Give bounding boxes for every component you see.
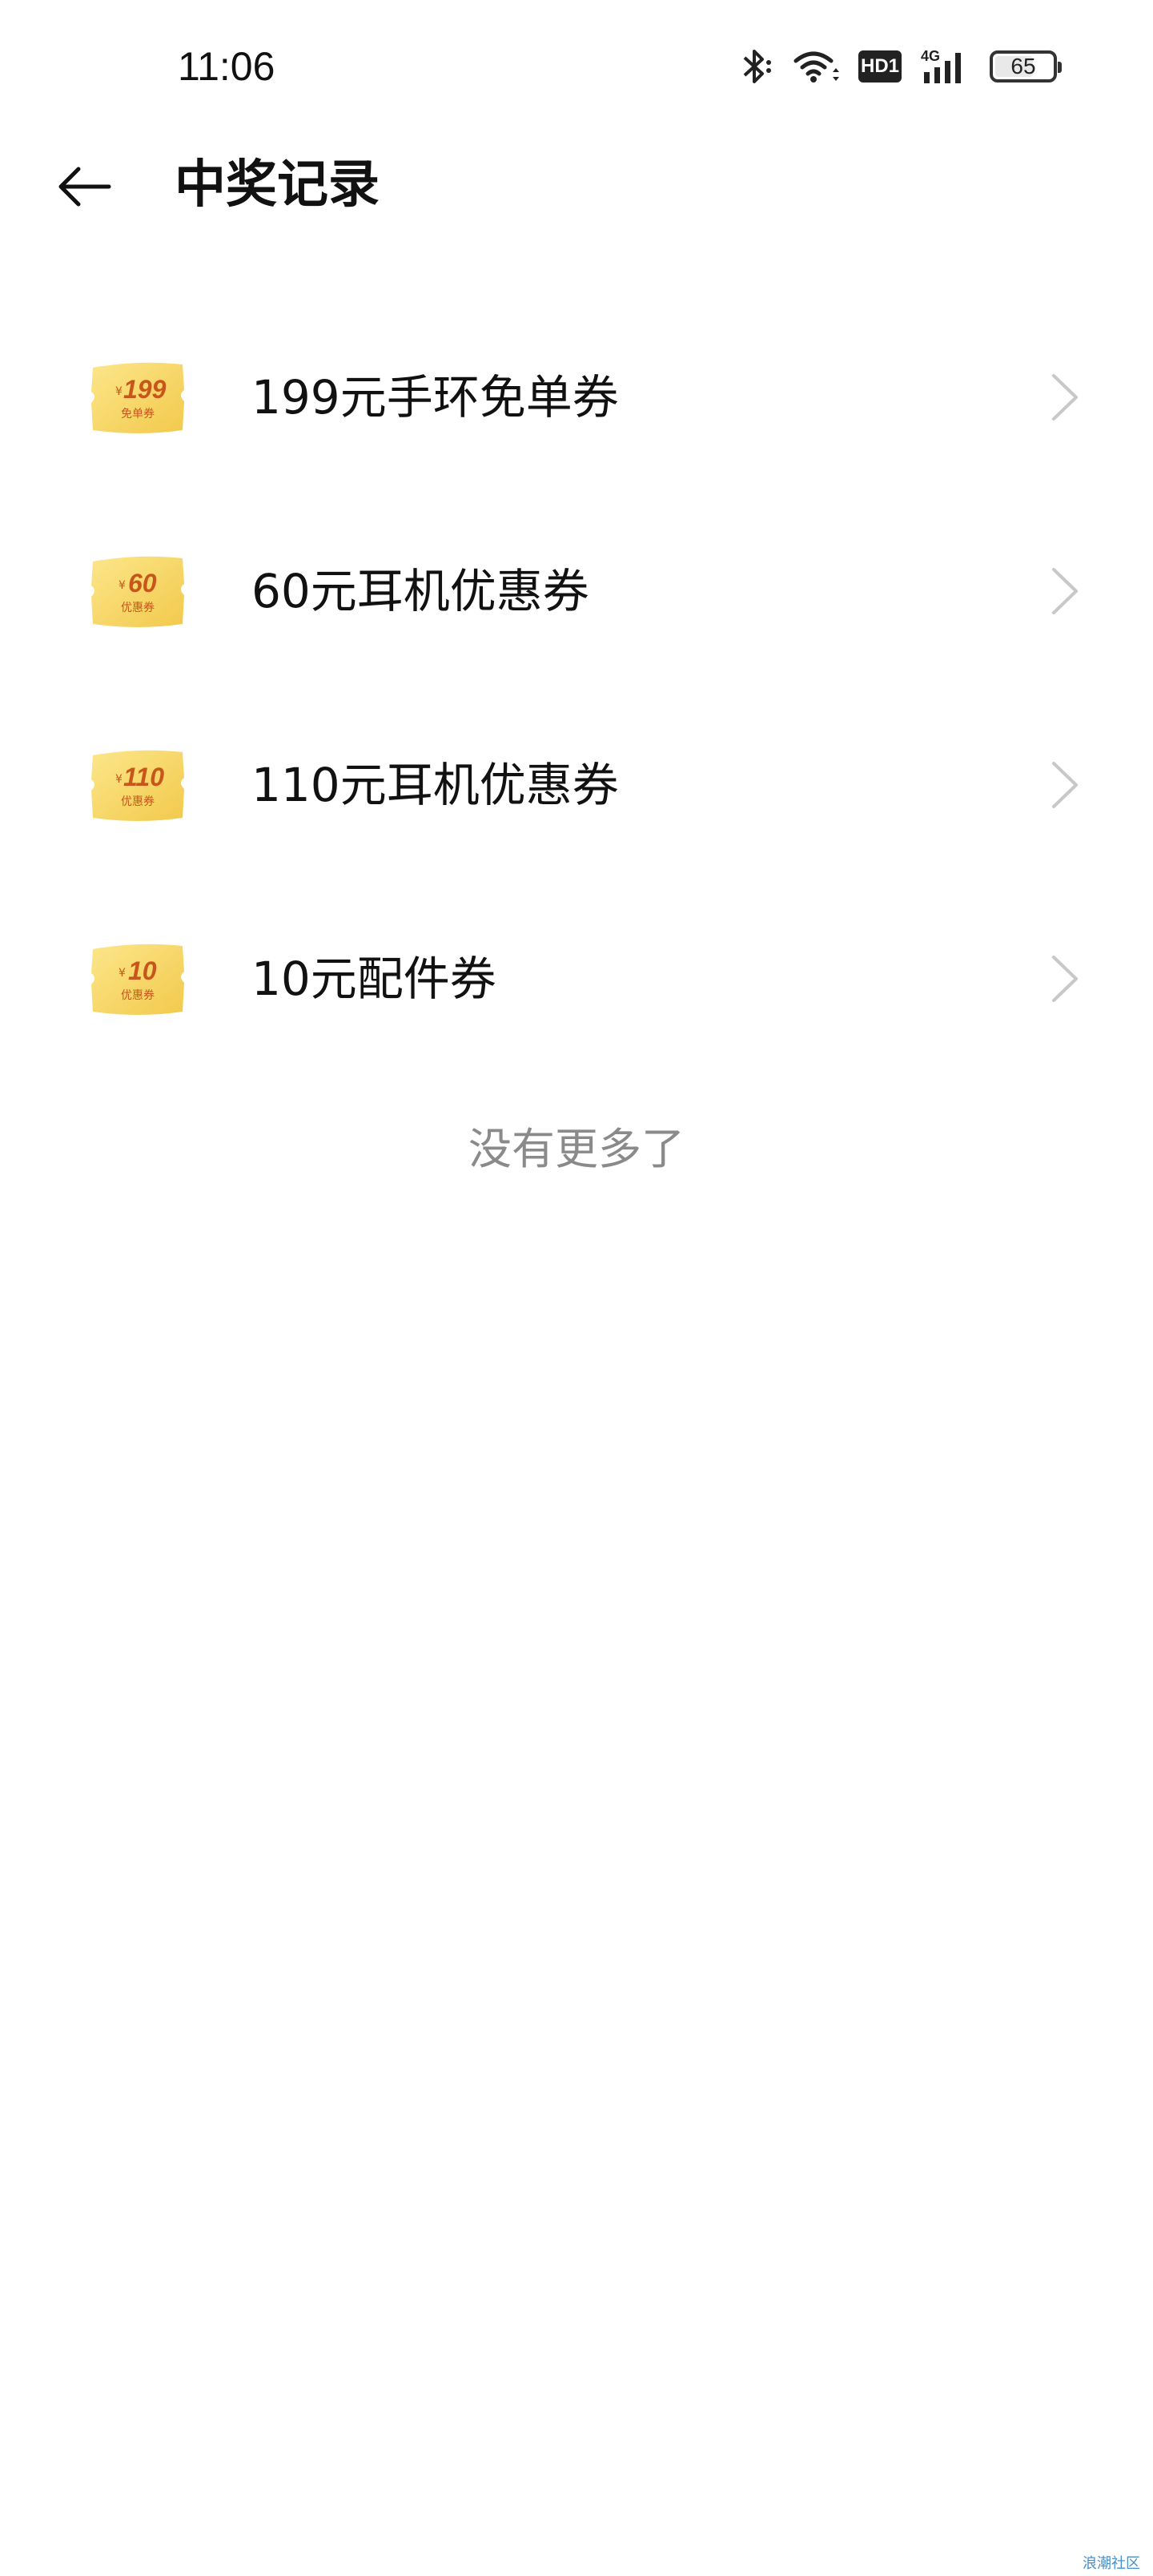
list-item[interactable]: ¥ 199 免单券 199元手环免单券	[0, 300, 1153, 494]
coupon-icon: ¥ 199 免单券	[86, 356, 189, 438]
end-of-list-text: 没有更多了	[468, 1124, 685, 1174]
coupon-amount: 110	[123, 763, 164, 791]
status-icons: HD1 4G 65	[738, 40, 1062, 93]
watermark: 浪潮社区	[1083, 2555, 1140, 2572]
wifi-icon	[793, 48, 839, 85]
svg-text:¥: ¥	[115, 773, 123, 786]
item-label: 10元配件券	[251, 952, 496, 1006]
back-button[interactable]	[48, 151, 120, 223]
status-time: 11:06	[178, 44, 275, 89]
coupon-amount: 10	[128, 956, 157, 985]
list-item[interactable]: ¥ 60 优惠券 60元耳机优惠券	[0, 494, 1153, 688]
coupon-type: 免单券	[121, 408, 155, 421]
coupon-amount: 60	[128, 569, 157, 598]
bluetooth-icon	[738, 46, 773, 87]
svg-text:¥: ¥	[119, 579, 126, 592]
arrow-left-icon	[58, 167, 111, 207]
battery-level: 65	[1010, 54, 1036, 78]
list-item[interactable]: ¥ 10 优惠券 10元配件券	[0, 882, 1153, 1076]
chevron-right-icon	[1052, 956, 1078, 1002]
signal-4g-icon: 4G	[921, 48, 970, 85]
coupon-type: 优惠券	[121, 989, 155, 1002]
prize-list: ¥ 199 免单券 199元手环免单券 ¥ 60 优惠券 60元耳机优惠券 ¥ …	[0, 300, 1153, 1076]
item-label: 199元手环免单券	[251, 370, 619, 425]
coupon-amount: 199	[123, 375, 167, 404]
chevron-right-icon	[1052, 762, 1078, 808]
coupon-type: 优惠券	[121, 602, 155, 614]
app-header: 中奖记录	[0, 128, 1153, 240]
page-title: 中奖记录	[175, 155, 380, 215]
item-label: 110元耳机优惠券	[251, 758, 619, 812]
coupon-type: 优惠券	[121, 795, 155, 808]
coupon-icon: ¥ 10 优惠券	[86, 938, 189, 1020]
coupon-icon: ¥ 110 优惠券	[86, 744, 189, 826]
chevron-right-icon	[1052, 568, 1078, 614]
coupon-icon: ¥ 60 优惠券	[86, 550, 189, 632]
svg-text:¥: ¥	[115, 385, 123, 398]
item-label: 60元耳机优惠券	[251, 564, 589, 618]
status-bar: 11:06 HD1 4G 65	[0, 0, 1153, 128]
list-item[interactable]: ¥ 110 优惠券 110元耳机优惠券	[0, 688, 1153, 882]
svg-text:¥: ¥	[119, 967, 126, 980]
svg-text:4G: 4G	[921, 48, 940, 64]
chevron-right-icon	[1052, 374, 1078, 421]
hd-icon: HD1	[858, 50, 902, 83]
battery-icon: 65	[990, 50, 1062, 83]
